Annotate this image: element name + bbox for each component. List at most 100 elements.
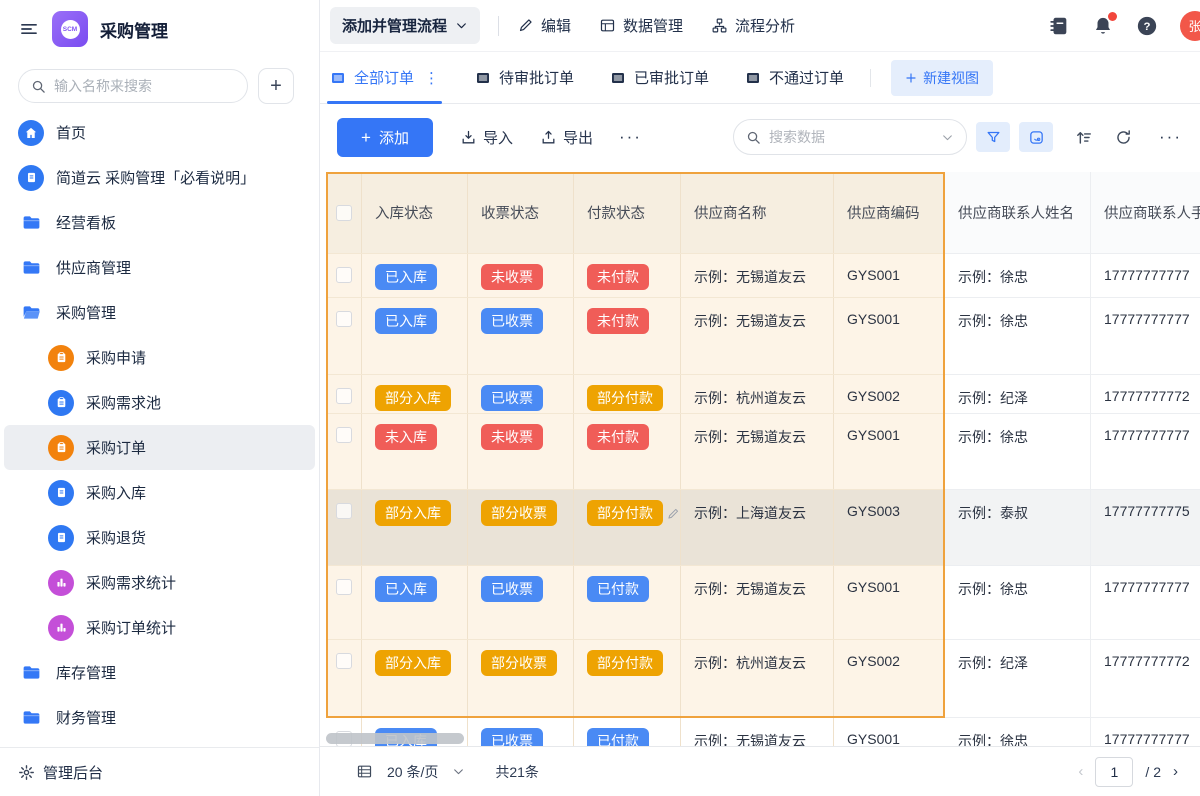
table-row[interactable]: 未入库未收票未付款示例：无锡道友云GYS001 <box>326 414 945 490</box>
supplier-name-cell[interactable]: 示例：无锡道友云 <box>681 298 834 374</box>
sidebar-item[interactable]: 采购订单 <box>4 425 315 470</box>
table-row[interactable]: 部分入库部分收票部分付款示例：上海道友云GYS003 <box>326 490 945 566</box>
sidebar-item[interactable]: 首页 <box>4 110 315 155</box>
table-row[interactable]: 示例：纪泽17777777772 <box>945 640 1200 718</box>
contacts-book-icon[interactable] <box>1048 15 1070 37</box>
status-pill[interactable]: 未入库 <box>375 424 437 450</box>
supplier-code-cell[interactable]: GYS001 <box>834 298 945 374</box>
column-header-payment[interactable]: 付款状态 <box>574 172 681 253</box>
column-header-invoice[interactable]: 收票状态 <box>468 172 574 253</box>
row-checkbox[interactable] <box>336 267 352 283</box>
supplier-code-cell[interactable]: GYS002 <box>834 640 945 717</box>
sidebar-item[interactable]: 采购入库 <box>4 470 315 515</box>
supplier-name-cell[interactable]: 示例：无锡道友云 <box>681 414 834 489</box>
column-header-supplier[interactable]: 供应商名称 <box>681 172 834 253</box>
more-actions-button[interactable]: ··· <box>619 127 642 147</box>
display-settings-button[interactable] <box>1019 122 1053 152</box>
flow-manage-button[interactable]: 添加并管理流程 <box>330 7 480 44</box>
status-pill[interactable]: 部分收票 <box>481 650 557 676</box>
supplier-name-cell[interactable]: 示例：杭州道友云 <box>681 375 834 413</box>
table-row[interactable]: 示例：徐忠17777777777 <box>945 298 1200 375</box>
table-search-input[interactable] <box>769 129 919 145</box>
select-all-checkbox[interactable] <box>326 172 362 253</box>
status-pill[interactable]: 部分付款 <box>587 385 663 411</box>
contact-phone-cell[interactable]: 17777777777 <box>1091 718 1200 746</box>
sidebar-item[interactable]: 采购管理 <box>4 290 315 335</box>
row-checkbox[interactable] <box>336 653 352 669</box>
contact-name-cell[interactable]: 示例：徐忠 <box>945 254 1091 297</box>
prev-page-button[interactable]: ‹ <box>1078 763 1083 780</box>
contact-phone-cell[interactable]: 17777777777 <box>1091 254 1200 297</box>
table-row[interactable]: 示例：徐忠17777777777 <box>945 414 1200 490</box>
sidebar-item[interactable]: 采购申请 <box>4 335 315 380</box>
row-checkbox[interactable] <box>336 427 352 443</box>
data-manage-button[interactable]: 数据管理 <box>599 15 683 36</box>
user-avatar[interactable]: 张 <box>1180 11 1200 41</box>
contact-name-cell[interactable]: 示例：徐忠 <box>945 566 1091 639</box>
contact-name-cell[interactable]: 示例：泰叔 <box>945 490 1091 565</box>
table-row[interactable]: 示例：徐忠17777777777 <box>945 566 1200 640</box>
sidebar-search-input[interactable] <box>54 78 224 94</box>
sort-button[interactable] <box>1074 128 1093 147</box>
status-pill[interactable]: 部分入库 <box>375 385 451 411</box>
table-row[interactable]: 部分入库部分收票部分付款示例：杭州道友云GYS002 <box>326 640 945 718</box>
refresh-button[interactable] <box>1114 128 1133 147</box>
column-header-code[interactable]: 供应商编码 <box>834 172 945 253</box>
help-icon[interactable]: ? <box>1136 15 1158 37</box>
supplier-name-cell[interactable]: 示例：无锡道友云 <box>681 566 834 639</box>
row-checkbox[interactable] <box>336 503 352 519</box>
new-view-button[interactable]: 新建视图 <box>891 60 993 96</box>
table-row[interactable]: 示例：纪泽17777777772 <box>945 375 1200 414</box>
sidebar-item[interactable]: 财务管理 <box>4 695 315 740</box>
supplier-name-cell[interactable]: 示例：杭州道友云 <box>681 640 834 717</box>
supplier-code-cell[interactable]: GYS003 <box>834 490 945 565</box>
status-pill[interactable]: 部分付款 <box>587 650 663 676</box>
status-pill[interactable]: 已收票 <box>481 728 543 746</box>
chevron-down-icon[interactable] <box>941 131 954 144</box>
table-row[interactable]: 示例：徐忠17777777777 <box>945 254 1200 298</box>
table-row[interactable]: 已入库已收票已付款示例：无锡道友云GYS001 <box>326 566 945 640</box>
status-pill[interactable]: 已付款 <box>587 576 649 602</box>
sidebar-item[interactable]: 采购订单统计 <box>4 605 315 650</box>
notification-bell-icon[interactable] <box>1092 15 1114 37</box>
supplier-code-cell[interactable]: GYS001 <box>834 254 945 297</box>
table-row[interactable]: 示例：泰叔17777777775 <box>945 490 1200 566</box>
contact-phone-cell[interactable]: 17777777772 <box>1091 375 1200 413</box>
supplier-name-cell[interactable]: 示例：上海道友云 <box>681 490 834 565</box>
contact-name-cell[interactable]: 示例：纪泽 <box>945 375 1091 413</box>
view-tab[interactable]: 不通过订单 <box>745 52 844 103</box>
view-tab[interactable]: 已审批订单 <box>610 52 709 103</box>
sidebar-item[interactable]: 简道云 采购管理「必看说明」 <box>4 155 315 200</box>
admin-backend-link[interactable]: 管理后台 <box>43 762 103 783</box>
status-pill[interactable]: 已收票 <box>481 385 543 411</box>
status-pill[interactable]: 已收票 <box>481 308 543 334</box>
import-button[interactable]: 导入 <box>460 127 513 148</box>
row-checkbox[interactable] <box>336 311 352 327</box>
status-pill[interactable]: 未收票 <box>481 424 543 450</box>
sidebar-item[interactable]: 供应商管理 <box>4 245 315 290</box>
status-pill[interactable]: 已付款 <box>587 728 649 746</box>
sidebar-item[interactable]: 经营看板 <box>4 200 315 245</box>
sidebar-search-box[interactable] <box>18 69 248 103</box>
menu-toggle-icon[interactable] <box>18 19 40 39</box>
status-pill[interactable]: 已入库 <box>375 264 437 290</box>
supplier-code-cell[interactable]: GYS001 <box>834 566 945 639</box>
status-pill[interactable]: 已入库 <box>375 308 437 334</box>
sidebar-item[interactable]: 采购需求统计 <box>4 560 315 605</box>
supplier-name-cell[interactable]: 示例：无锡道友云 <box>681 718 834 746</box>
table-more-button[interactable]: ··· <box>1159 127 1182 147</box>
horizontal-scrollbar[interactable] <box>326 733 464 744</box>
column-header-storage[interactable]: 入库状态 <box>362 172 468 253</box>
edit-button[interactable]: 编辑 <box>517 15 571 36</box>
row-checkbox[interactable] <box>336 388 352 404</box>
contact-phone-cell[interactable]: 17777777775 <box>1091 490 1200 565</box>
supplier-name-cell[interactable]: 示例：无锡道友云 <box>681 254 834 297</box>
contact-phone-cell[interactable]: 17777777777 <box>1091 298 1200 374</box>
page-number-input[interactable] <box>1095 757 1133 787</box>
table-row[interactable]: 示例：徐忠17777777777 <box>945 718 1200 746</box>
status-pill[interactable]: 已入库 <box>375 576 437 602</box>
status-pill[interactable]: 部分收票 <box>481 500 557 526</box>
view-tab[interactable]: 待审批订单 <box>475 52 574 103</box>
table-row[interactable]: 部分入库已收票部分付款示例：杭州道友云GYS002 <box>326 375 945 414</box>
status-pill[interactable]: 部分入库 <box>375 500 451 526</box>
